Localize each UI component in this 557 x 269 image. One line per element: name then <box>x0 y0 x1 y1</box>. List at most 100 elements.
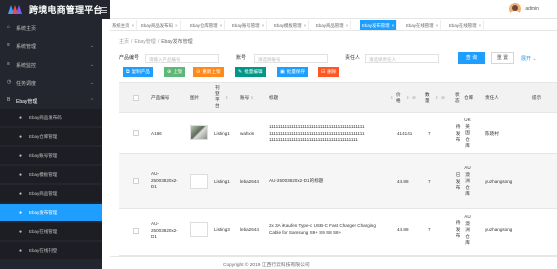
bullet-icon: ● <box>19 172 23 178</box>
close-icon[interactable]: × <box>346 23 349 28</box>
sidebar-subitem-publish-code[interactable]: ● Ebay商品发布码 <box>0 109 102 126</box>
close-icon[interactable]: × <box>436 23 439 28</box>
sidebar-item-system[interactable]: ≡ 系统管理 ⌄ <box>0 39 102 52</box>
table-header: 产品编号 图片 刊 登 平 台 ⇕ 账号⇕ 标题 ⇕ 价 格 ⇕ ⊘ 数 量 ⇕… <box>119 82 557 113</box>
sidebar-subitem-template[interactable]: ● Ebay模板管理 <box>0 166 102 183</box>
cell-title: AU-25003820x2-D1的标题 <box>269 178 323 185</box>
col-owner: 责任人 <box>485 95 499 100</box>
sort-icon[interactable]: ⇕ <box>250 95 253 100</box>
cell-price: 414141 <box>397 131 413 136</box>
status-char: 布 <box>455 233 461 239</box>
col-qty[interactable]: 数 量 <box>425 92 431 104</box>
cell-account: leba2644 <box>240 179 259 184</box>
warehouse-char: 洲 <box>465 227 470 233</box>
sidebar-item-ebay[interactable]: B Ebay管理 ⌃ <box>0 94 102 107</box>
account-select[interactable]: 请选择账号 <box>254 54 328 63</box>
status-char: 待 <box>455 220 461 225</box>
tab-online-2[interactable]: Ebay在线管理 × <box>447 20 485 30</box>
breadcrumb-parent[interactable]: Ebay管理 <box>134 39 155 45</box>
sidebar-item-home[interactable]: ⌂ 系统主页 <box>0 21 102 34</box>
tab-label: Ebay发布管理 <box>362 22 390 28</box>
copy-product-button[interactable]: ⧉ 复制产品 <box>123 67 153 77</box>
close-icon[interactable]: × <box>132 23 135 28</box>
tab-publish[interactable]: Ebay发布管理 × <box>360 20 398 30</box>
sort-icon[interactable]: ⇕ <box>406 95 409 100</box>
tab-account[interactable]: Ebay账号管理 × <box>230 20 268 30</box>
tab-template[interactable]: Ebay模板管理 × <box>272 20 310 30</box>
cell-qty: 7 <box>428 131 431 136</box>
menu-toggle-icon[interactable] <box>99 7 107 13</box>
close-icon[interactable]: × <box>479 23 482 28</box>
sidebar-subitem-label: Ebay模板管理 <box>29 172 58 177</box>
expand-button[interactable]: 展开 ⌄ <box>521 55 537 62</box>
reset-button[interactable]: 重 置 <box>491 52 514 64</box>
owner-select[interactable]: 请选择责任人 <box>365 54 439 63</box>
filter-icon[interactable]: ⊘ <box>412 95 416 101</box>
sidebar-item-tasks[interactable]: ◷ 任务调度 ⌄ <box>0 76 102 89</box>
sidebar-subitem-account[interactable]: ● Ebay账号管理 <box>0 147 102 164</box>
close-icon[interactable]: × <box>304 23 307 28</box>
account-label: 账号 <box>236 55 247 61</box>
warehouse-char: 国 <box>465 130 470 136</box>
sidebar-subitem-product[interactable]: ● Ebay商品管理 <box>0 185 102 202</box>
product-thumbnail[interactable] <box>190 125 208 140</box>
button-label: 批量保存 <box>286 69 306 74</box>
breadcrumb-home[interactable]: 主页 <box>119 39 129 45</box>
close-icon[interactable]: × <box>392 23 395 28</box>
tab-warehouse[interactable]: Ebay仓库管理 × <box>188 20 226 30</box>
bullet-icon: ● <box>19 191 23 197</box>
warehouse-char: 英 <box>465 123 470 129</box>
cell-product-no: AU- 25003820x2- D1 <box>151 221 178 241</box>
select-all-checkbox[interactable] <box>133 95 139 101</box>
tab-label: Ebay商品发布码 <box>141 22 173 28</box>
col-title: 标题 <box>269 95 279 100</box>
close-icon[interactable]: × <box>262 23 265 28</box>
row-checkbox[interactable] <box>133 228 139 234</box>
list-button[interactable]: ⊕ 上架 <box>164 67 186 77</box>
col-platform[interactable]: 刊 登 平 台 <box>215 85 221 109</box>
sidebar-item-monitor[interactable]: ≡ 系统监控 ⌄ <box>0 58 102 71</box>
table-row[interactable]: AU- 25003820x2- D1 Listing1 leba2644 AU-… <box>119 154 557 209</box>
sidebar-subitem-publish[interactable]: ● Ebay发布管理 <box>0 204 102 221</box>
status-char: 布 <box>455 185 461 191</box>
breadcrumb-current: Ebay发布管理 <box>161 39 193 45</box>
table-row[interactable]: AU- 25003820x2- D1 Listing3 leba2644 2x … <box>119 209 557 256</box>
row-checkbox[interactable] <box>133 178 139 184</box>
table-row[interactable]: A186 Listing1 wahxin 1111111111111111111… <box>119 113 557 154</box>
sidebar-subitem-label: Ebay商品管理 <box>29 191 58 196</box>
col-status: 状 态 <box>455 92 461 104</box>
col-price[interactable]: 价 格 <box>396 92 402 104</box>
sidebar-item-label: 系统主页 <box>16 26 37 32</box>
filter-icon[interactable]: ⊘ <box>441 95 445 101</box>
tab-product[interactable]: Ebay商品管理 × <box>314 20 352 30</box>
row-checkbox[interactable] <box>133 130 139 136</box>
sort-icon[interactable]: ⇕ <box>390 95 393 100</box>
tab-home[interactable]: 系统主页 × <box>110 20 138 30</box>
copy-icon: ⧉ <box>126 69 130 75</box>
delete-button[interactable]: ⊟ 删除 <box>318 67 340 77</box>
product-thumbnail[interactable] <box>190 222 208 237</box>
sidebar-subitem-warehouse[interactable]: ● Ebay仓库管理 <box>0 128 102 145</box>
product-thumbnail[interactable] <box>190 174 208 189</box>
tab-publish-code[interactable]: Ebay商品发布码 × <box>139 20 181 30</box>
cell-status: 待 发 布 <box>455 220 461 240</box>
avatar <box>509 3 522 15</box>
sort-icon[interactable]: ⇕ <box>435 95 438 100</box>
tab-online[interactable]: Ebay在线管理 × <box>404 20 442 30</box>
query-button[interactable]: 查 询 <box>458 52 485 64</box>
warehouse-char: UK <box>464 117 471 122</box>
product-no-input[interactable]: 请输入产品编号 <box>145 54 219 63</box>
warehouse-char: 库 <box>465 240 470 246</box>
sidebar-subitem-listing[interactable]: ● Ebay在线刊登 <box>0 242 102 259</box>
relist-button[interactable]: ⊖ 重新上架 <box>193 67 224 77</box>
user-menu[interactable]: admin <box>509 3 539 15</box>
batch-save-button[interactable]: ▣ 批量保存 <box>277 67 309 77</box>
close-icon[interactable]: × <box>175 23 178 28</box>
close-icon[interactable]: × <box>220 23 223 28</box>
batch-edit-button[interactable]: ✎ 批量编辑 <box>235 67 266 77</box>
cell-owner: yuzhangsong <box>485 227 513 232</box>
col-account[interactable]: 账号⇕ <box>240 95 254 101</box>
sidebar-subitem-online[interactable]: ● Ebay在线管理 <box>0 223 102 240</box>
col-product-no[interactable]: 产品编号 <box>151 95 169 101</box>
sort-icon[interactable]: ⇕ <box>225 95 228 100</box>
